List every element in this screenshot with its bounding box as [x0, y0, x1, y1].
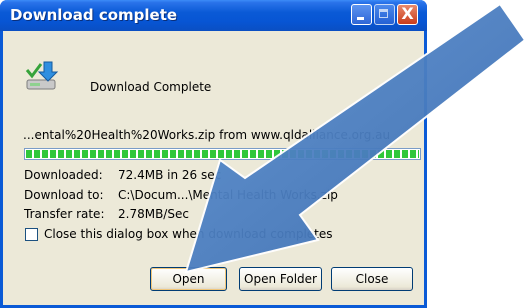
close-window-button[interactable]: X: [397, 4, 418, 25]
transfer-rate-label: Transfer rate:: [24, 207, 105, 221]
downloaded-label: Downloaded:: [24, 168, 103, 182]
download-to-value: C:\Docum...\Mental Health Works.zip: [118, 188, 338, 202]
open-folder-button[interactable]: Open Folder: [239, 267, 322, 291]
downloaded-value: 72.4MB in 26 sec: [118, 168, 222, 182]
progress-fill: [26, 150, 419, 158]
close-button[interactable]: Close: [331, 267, 413, 291]
download-complete-dialog: Download complete X Download Complete ..…: [0, 0, 427, 308]
transfer-rate-value: 2.78MB/Sec: [118, 207, 189, 221]
download-to-label: Download to:: [24, 188, 104, 202]
minimize-button[interactable]: [351, 4, 372, 25]
close-dialog-checkbox[interactable]: [25, 228, 38, 241]
close-icon: X: [401, 4, 414, 23]
close-dialog-checkbox-label[interactable]: Close this dialog box when download comp…: [44, 227, 333, 241]
window-title: Download complete: [10, 6, 178, 24]
maximize-button[interactable]: [374, 4, 395, 25]
download-source-text: ...ental%20Health%20Works.zip from www.q…: [23, 128, 391, 142]
download-complete-heading: Download Complete: [90, 80, 212, 94]
download-complete-icon: [25, 61, 59, 90]
title-bar[interactable]: Download complete X: [0, 0, 427, 31]
download-progress-bar: [24, 148, 421, 160]
open-button[interactable]: Open: [150, 267, 227, 291]
